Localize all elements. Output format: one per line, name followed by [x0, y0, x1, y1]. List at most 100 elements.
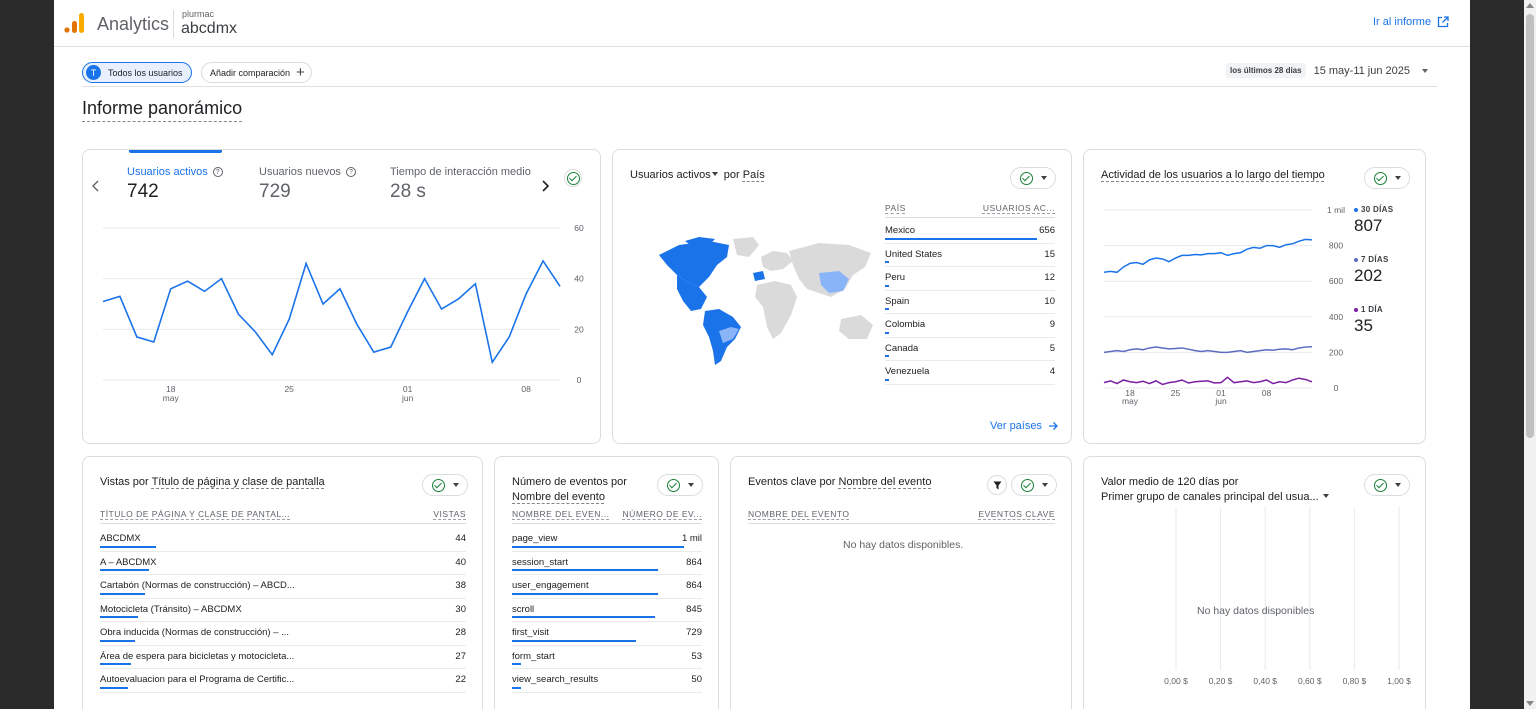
insights-button[interactable] — [564, 169, 582, 187]
chevron-down-icon[interactable] — [711, 172, 718, 176]
column-header[interactable]: NOMBRE DEL EVENTO — [748, 509, 850, 519]
chevron-down-icon — [1040, 176, 1047, 180]
y-tick-label: 400 — [1329, 312, 1343, 322]
row-value: 1 mil — [681, 533, 702, 544]
row-label: form_start — [512, 650, 555, 662]
ltv-empty-chart: 0,00 $ 0,20 $ 0,40 $ 0,60 $ 0,80 $ 1,00 $ — [1164, 507, 1411, 686]
add-comparison-label: Añadir comparación — [210, 67, 291, 78]
row-label: scroll — [512, 603, 535, 615]
column-header[interactable]: EVENTOS CLAVE — [978, 509, 1055, 519]
table-row[interactable]: session_start 864 — [512, 552, 702, 575]
x-tick-label: 0,80 $ — [1343, 676, 1367, 686]
account-name[interactable]: plurmac — [182, 9, 214, 19]
dimension-label[interactable]: País — [743, 169, 765, 181]
column-header[interactable]: PAÍS — [885, 203, 906, 213]
table-row[interactable]: view_search_results 50 — [512, 669, 702, 693]
scroll-down-arrow-icon[interactable] — [1526, 701, 1534, 706]
table-row[interactable]: Mexico 656 — [885, 220, 1055, 244]
add-comparison-button[interactable]: Añadir comparación + — [201, 62, 312, 83]
table-row[interactable]: Área de espera para bicicletas y motocic… — [100, 646, 466, 669]
by-label: por — [723, 169, 740, 181]
row-share-bar — [885, 331, 889, 334]
dimension-label[interactable]: Nombre del evento — [839, 476, 932, 488]
row-value: 10 — [1044, 295, 1055, 307]
insights-dropdown-button[interactable] — [1011, 474, 1057, 496]
row-label: ABCDMX — [100, 533, 141, 544]
scroll-thumb[interactable] — [1526, 14, 1534, 438]
metric-selector[interactable]: Usuarios activos — [630, 169, 711, 181]
chevron-down-icon — [1394, 176, 1401, 180]
table-row[interactable]: page_view 1 mil — [512, 528, 702, 552]
insights-dropdown-button[interactable] — [657, 474, 703, 496]
column-header[interactable]: TÍTULO DE PÁGINA Y CLASE DE PANTAL... — [100, 509, 290, 519]
y-tick-label: 800 — [1329, 241, 1343, 251]
active-users-line-chart: 020406018may25 01jun08 — [102, 223, 584, 403]
table-row[interactable]: Peru 12 — [885, 267, 1055, 291]
go-to-report-link[interactable]: Ir al informe — [1373, 16, 1449, 28]
insights-dropdown-button[interactable] — [422, 474, 468, 496]
legend-value: 807 — [1354, 216, 1383, 235]
table-row[interactable]: Motocicleta (Tránsito) – ABCDMX 30 — [100, 599, 466, 622]
table-row[interactable]: first_visit 729 — [512, 622, 702, 646]
row-label: Autoevaluacion para el Programa de Certi… — [100, 674, 295, 685]
table-row[interactable]: United States 15 — [885, 244, 1055, 267]
row-share-bar — [885, 284, 889, 287]
table-row[interactable]: A – ABCDMX 40 — [100, 552, 466, 575]
table-row[interactable]: Venezuela 4 — [885, 361, 1055, 385]
active-metric-indicator — [129, 150, 222, 153]
row-value: 656 — [1039, 225, 1055, 236]
dimension-label[interactable]: Nombre del evento — [512, 491, 605, 503]
series-line — [1103, 345, 1313, 354]
help-icon[interactable]: ? — [345, 167, 356, 177]
table-row[interactable]: user_engagement 864 — [512, 575, 702, 599]
column-header[interactable]: NOMBRE DEL EVEN... — [512, 509, 609, 519]
table-row[interactable]: Obra inducida (Normas de construcción) –… — [100, 622, 466, 646]
row-label: Área de espera para bicicletas y motocic… — [100, 650, 295, 662]
segment-chip-all-users[interactable]: T Todos los usuarios — [82, 62, 192, 83]
table-row[interactable]: Spain 10 — [885, 291, 1055, 314]
event-count-card: Número de eventos por Nombre del evento … — [494, 456, 719, 709]
check-circle-icon — [1019, 171, 1033, 185]
table-row[interactable]: Cartabón (Normas de construcción) – ABCD… — [100, 575, 466, 599]
chevron-right-icon[interactable] — [540, 180, 550, 192]
view-countries-link[interactable]: Ver países — [990, 420, 1058, 432]
scroll-up-arrow-icon[interactable] — [1526, 3, 1534, 8]
insights-dropdown-button[interactable] — [1010, 167, 1056, 189]
column-header[interactable]: USUARIOS AC... — [983, 203, 1055, 213]
table-row[interactable]: scroll 845 — [512, 599, 702, 622]
view-countries-label: Ver países — [990, 420, 1042, 432]
column-header[interactable]: VISTAS — [433, 509, 466, 519]
row-share-bar — [885, 237, 1037, 240]
row-share-bar — [512, 616, 655, 618]
row-value: 4 — [1049, 366, 1055, 377]
legend-dot — [1354, 257, 1358, 262]
metric-engagement-time[interactable]: Tiempo de interacción medio 28 s — [390, 166, 531, 203]
table-row[interactable]: Colombia 9 — [885, 314, 1055, 338]
insights-dropdown-button[interactable] — [1364, 474, 1410, 496]
filter-button[interactable] — [987, 475, 1007, 495]
chevron-left-icon[interactable] — [91, 180, 101, 192]
page-views-title: Vistas por Título de página y clase de p… — [100, 475, 325, 490]
table-row[interactable]: Autoevaluacion para el Programa de Certi… — [100, 669, 466, 693]
x-tick-label: 25 — [1171, 388, 1181, 398]
row-share-bar — [100, 686, 128, 689]
legend-value: 202 — [1354, 266, 1383, 285]
metric-new-users[interactable]: Usuarios nuevos? 729 — [259, 166, 356, 203]
metric-active-users[interactable]: Usuarios activos? 742 — [127, 166, 223, 203]
help-icon[interactable]: ? — [212, 167, 223, 177]
row-label: Obra inducida (Normas de construcción) –… — [100, 627, 290, 638]
dimension-label[interactable]: Título de página y clase de pantalla — [152, 476, 325, 488]
insights-dropdown-button[interactable] — [1364, 167, 1410, 189]
table-row[interactable]: Canada 5 — [885, 338, 1055, 361]
date-range-picker[interactable]: los últimos 28 días 15 may-11 jun 2025 — [1226, 63, 1428, 78]
table-row[interactable]: ABCDMX 44 — [100, 528, 466, 552]
property-selector[interactable]: abcdmx — [181, 20, 237, 38]
user-activity-line-chart: 02004006008001 mil18may25 01jun08 — [1103, 205, 1345, 406]
table-row[interactable]: form_start 53 — [512, 646, 702, 669]
column-header[interactable]: NÚMERO DE EV... — [623, 509, 702, 519]
arrow-right-icon — [1048, 422, 1058, 430]
row-value: 864 — [686, 556, 702, 568]
row-share-bar — [512, 592, 659, 595]
page-scrollbar[interactable] — [1524, 0, 1536, 709]
x-tick-month: may — [163, 393, 180, 403]
